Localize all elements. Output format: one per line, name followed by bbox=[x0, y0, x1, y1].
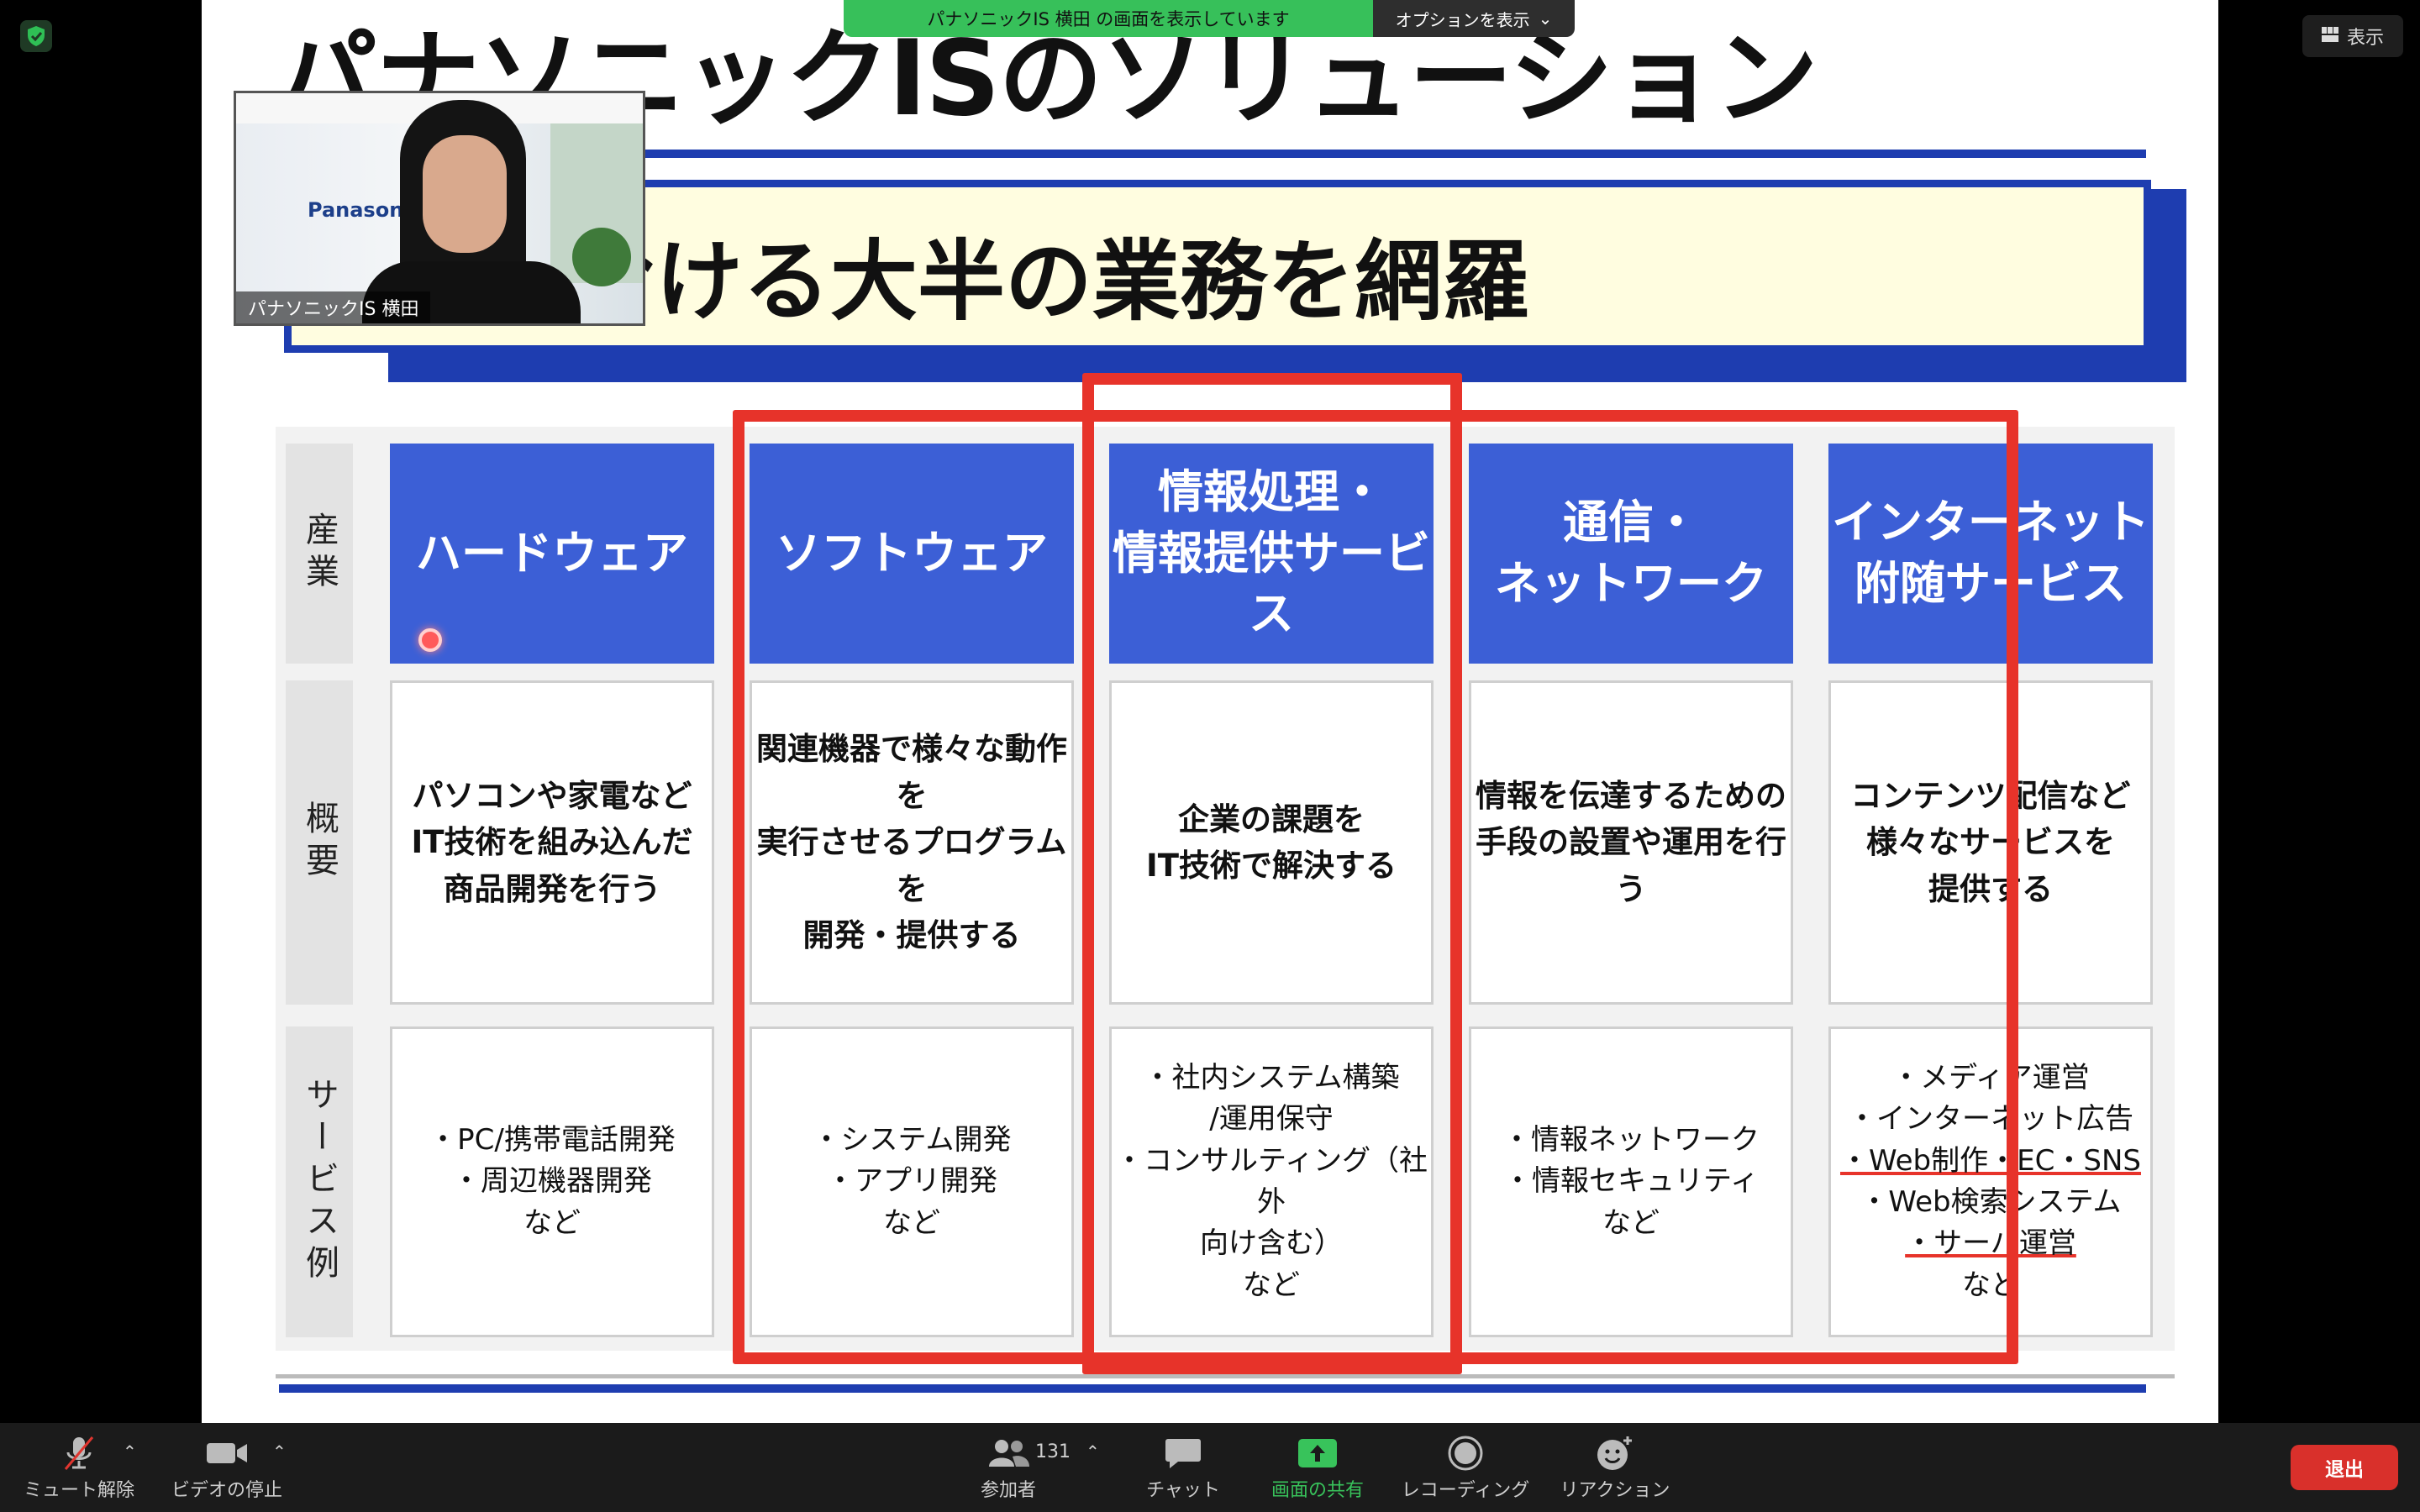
participants-label: 参加者 bbox=[980, 1480, 1036, 1501]
share-screen-button[interactable]: 画面の共有 bbox=[1267, 1431, 1368, 1502]
bottom-rule bbox=[279, 1384, 2146, 1393]
row-label-summary: 概要 bbox=[286, 680, 353, 1005]
options-dropdown[interactable]: オプションを表示 ⌄ bbox=[1373, 0, 1575, 37]
share-message: パナソニックIS 横田 の画面を表示しています bbox=[844, 0, 1373, 37]
speaker-name: パナソニックIS 横田 bbox=[236, 291, 431, 323]
view-label: 表示 bbox=[2346, 28, 2384, 49]
participants-button[interactable]: 参加者 bbox=[975, 1431, 1042, 1502]
recording-button[interactable]: レコーディング bbox=[1398, 1431, 1533, 1502]
share-screen-icon bbox=[1297, 1431, 1338, 1475]
participants-icon bbox=[987, 1431, 1029, 1475]
video-options-caret[interactable]: ⌃ bbox=[272, 1441, 287, 1462]
unmute-label: ミュート解除 bbox=[23, 1480, 134, 1501]
chat-icon bbox=[1165, 1431, 1202, 1475]
record-icon bbox=[1448, 1431, 1483, 1475]
participants-caret[interactable]: ⌃ bbox=[1086, 1441, 1100, 1462]
summary-hardware: パソコンや家電など IT技術を組み込んだ 商品開発を行う bbox=[390, 680, 714, 1005]
highlight-frame-center bbox=[1082, 373, 1462, 1374]
video-camera-icon bbox=[205, 1431, 249, 1475]
examples-hardware: ・PC/携帯電話開発 ・周辺機器開発 など bbox=[390, 1026, 714, 1337]
laser-pointer bbox=[418, 628, 442, 652]
recording-label: レコーディング bbox=[1401, 1480, 1530, 1501]
audio-options-caret[interactable]: ⌃ bbox=[123, 1441, 137, 1462]
bottom-rule-gray bbox=[276, 1374, 2175, 1378]
muted-microphone-icon bbox=[60, 1431, 97, 1475]
participant-count: 131 bbox=[1035, 1441, 1071, 1462]
options-label: オプションを表示 bbox=[1395, 9, 1530, 30]
video-plant bbox=[572, 228, 631, 286]
row-label-industry: 産業 bbox=[286, 444, 353, 664]
speaker-face bbox=[423, 135, 507, 253]
header-hardware: ハードウェア bbox=[390, 444, 714, 664]
share-banner: パナソニックIS 横田 の画面を表示しています オプションを表示 ⌄ bbox=[844, 0, 1575, 37]
chat-label: チャット bbox=[1146, 1480, 1220, 1501]
grid-icon bbox=[2321, 26, 2338, 47]
share-screen-label: 画面の共有 bbox=[1270, 1480, 1364, 1501]
leave-button[interactable]: 退出 bbox=[2291, 1445, 2398, 1490]
chat-button[interactable]: チャット bbox=[1141, 1431, 1225, 1502]
reactions-label: リアクション bbox=[1560, 1480, 1670, 1501]
stop-video-label: ビデオの停止 bbox=[171, 1480, 282, 1501]
stop-video-button[interactable]: ビデオの停止 bbox=[168, 1431, 286, 1502]
smiley-plus-icon bbox=[1596, 1431, 1634, 1475]
reactions-button[interactable]: リアクション bbox=[1556, 1431, 1674, 1502]
security-shield-icon[interactable] bbox=[20, 20, 52, 52]
row-label-examples: サービス例 bbox=[286, 1026, 353, 1337]
speaker-video[interactable]: Panasonic パナソニックIS 横田 bbox=[234, 91, 645, 326]
view-button[interactable]: 表示 bbox=[2302, 15, 2403, 57]
meeting-toolbar: ミュート解除 ⌃ ビデオの停止 ⌃ 参加者 131 ⌃ チャット 画面の共有 レ… bbox=[0, 1423, 2420, 1512]
chevron-down-icon: ⌄ bbox=[1538, 8, 1553, 29]
